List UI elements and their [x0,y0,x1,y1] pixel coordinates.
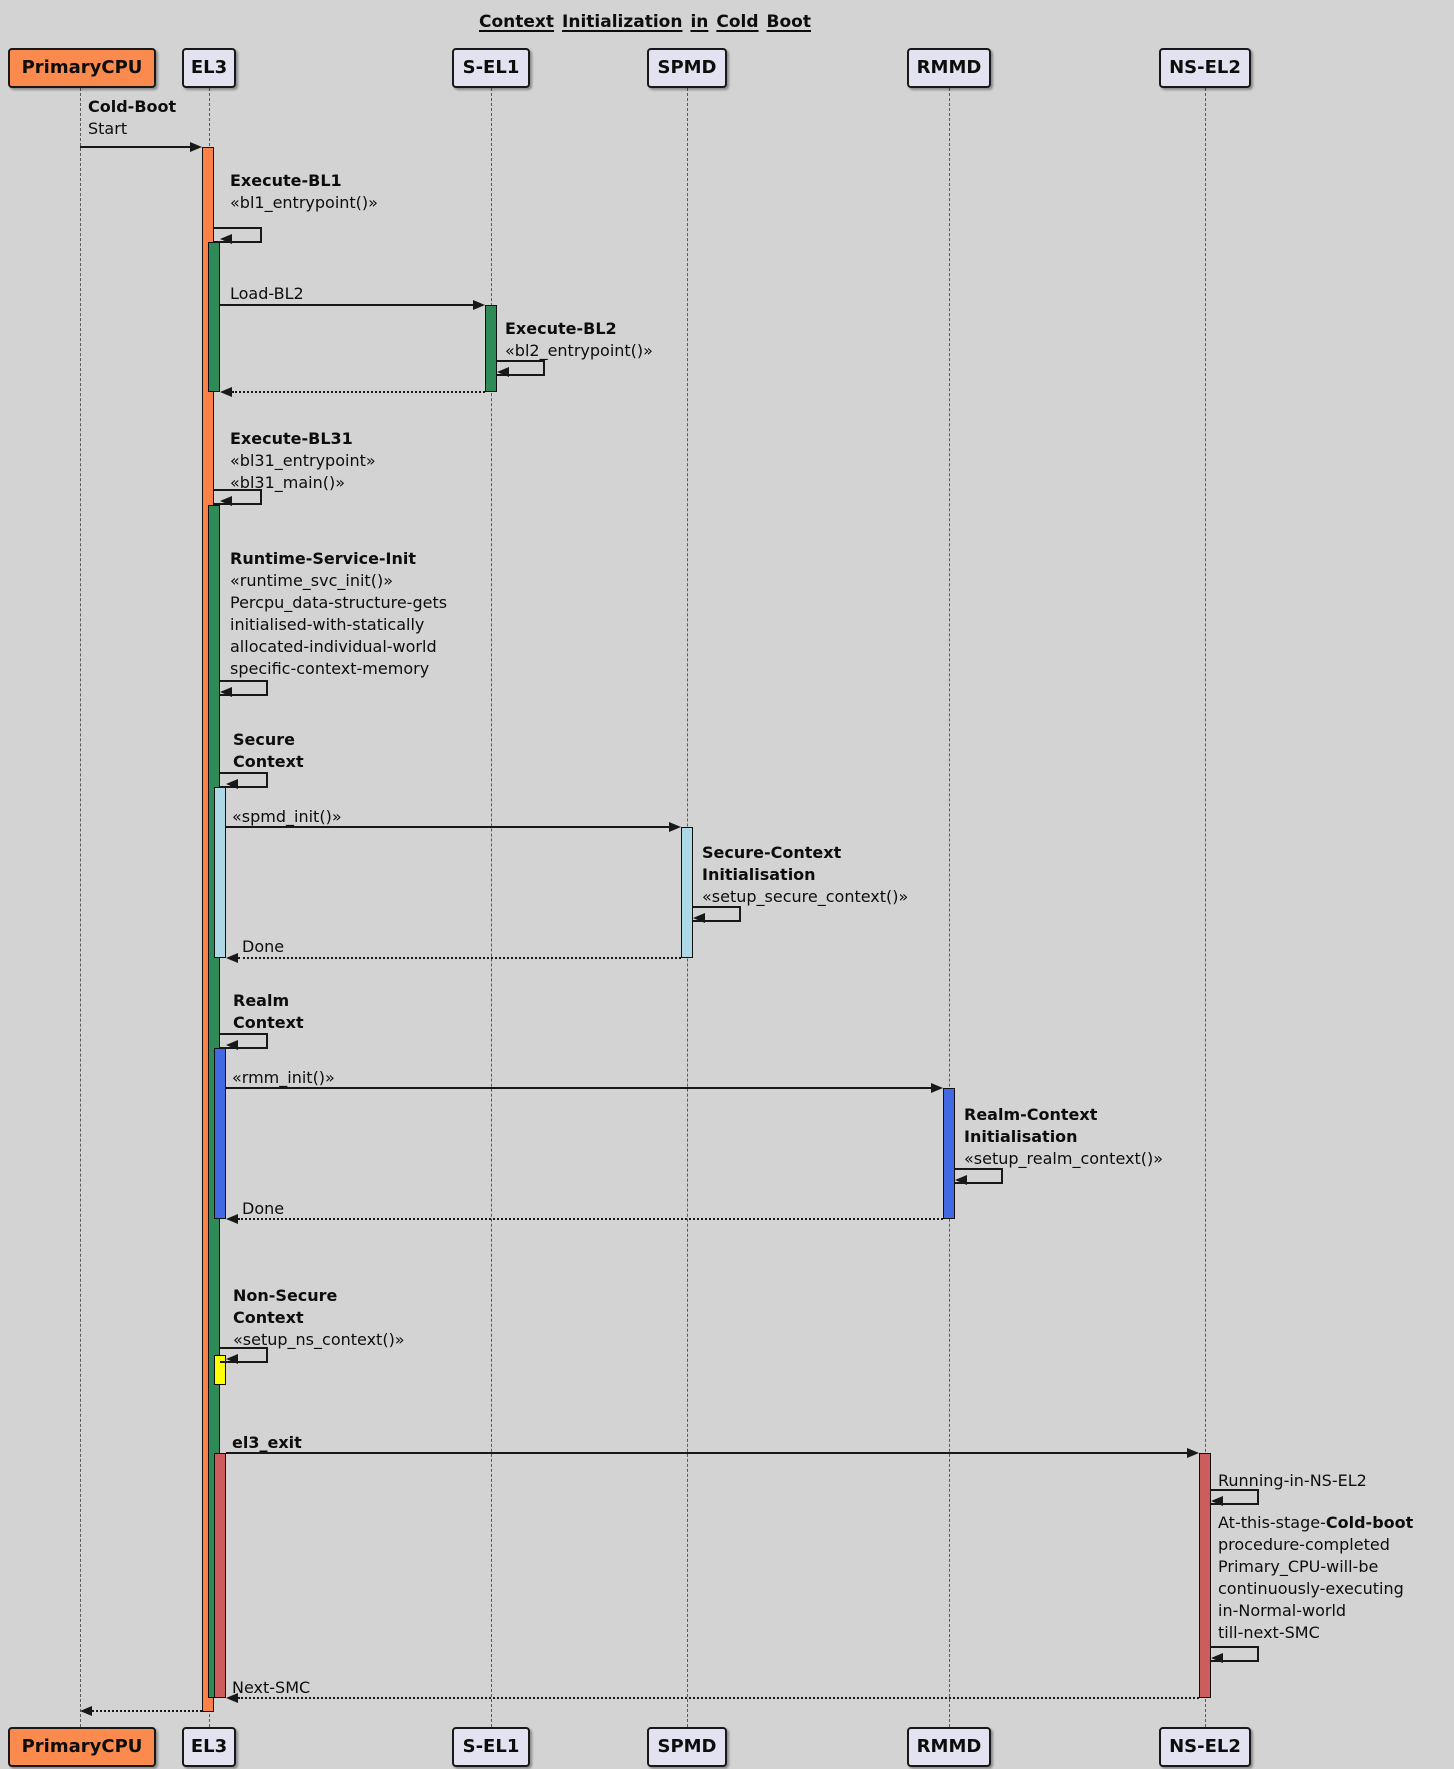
activation-spmd-lightblue [681,827,693,958]
sequence-diagram: Context Initialization in Cold Boot PrimaryC… [0,0,1454,1769]
activation-ns-el2-red [1199,1453,1211,1698]
message-done-spmd-line [238,957,681,959]
arrow-left-icon [220,387,232,397]
arrow-left-icon [226,1040,238,1050]
message-el3-exit-line [226,1452,1187,1454]
arrow-right-icon [473,300,485,310]
participant-spmd-top: SPMD [647,48,727,88]
arrow-left-icon [226,1693,238,1703]
arrow-right-icon [931,1083,943,1093]
activation-rmmd-blue [943,1088,955,1219]
message-cold-boot-label: Cold-Boot Start [88,96,176,140]
arrow-left-icon [226,953,238,963]
participant-rmmd-bottom: RMMD [907,1727,991,1767]
arrow-left-icon [1211,1496,1223,1506]
message-line: Start [88,118,176,140]
return-line [232,391,485,393]
arrow-left-icon [226,779,238,789]
arrow-left-icon [80,1706,92,1716]
message-next-smc-line [238,1697,1199,1699]
participant-primarycpu-top: PrimaryCPU [8,48,156,88]
self-message-realm-context-init: Realm-Context Initialisation «setup_real… [964,1104,1163,1170]
arrow-left-icon [1211,1653,1223,1663]
activation-el3-red [214,1453,226,1698]
message-done-spmd-label: Done [242,936,284,958]
arrow-left-icon [220,496,232,506]
self-message-realm-context: Realm Context [233,990,304,1034]
self-message-execute-bl2: Execute-BL2 «bl2_entrypoint()» [505,318,653,362]
activation-el3-green-1 [208,242,220,392]
participant-el3-bottom: EL3 [182,1727,236,1767]
message-line: Cold-Boot [88,96,176,118]
arrow-right-icon [1187,1448,1199,1458]
arrow-left-icon [955,1175,967,1185]
arrow-left-icon [220,687,232,697]
arrow-left-icon [220,234,232,244]
self-message-secure-context-init: Secure-Context Initialisation «setup_sec… [702,842,908,908]
title-word: Cold [716,12,758,32]
message-next-smc-label: Next-SMC [232,1677,310,1699]
message-load-bl2-label: Load-BL2 [230,283,304,305]
participant-rmmd-top: RMMD [907,48,991,88]
participant-s-el1-top: S-EL1 [452,48,530,88]
participant-primarycpu-bottom: PrimaryCPU [8,1727,156,1767]
participant-s-el1-bottom: S-EL1 [452,1727,530,1767]
self-message-runtime-service-init: Runtime-Service-Init «runtime_svc_init()… [230,548,447,680]
self-message-secure-context: Secure Context [233,729,304,773]
arrow-right-icon [669,822,681,832]
self-message-ns-context: Non-Secure Context «setup_ns_context()» [233,1285,405,1351]
activation-el3-blue [214,1048,226,1219]
title-word: Boot [767,12,811,32]
arrow-left-icon [226,1214,238,1224]
title-word: in [690,12,708,32]
self-message-execute-bl31: Execute-BL31 «bl31_entrypoint» «bl31_mai… [230,428,376,494]
activation-s-el1-green [485,305,497,392]
message-done-rmmd-line [238,1218,943,1220]
title-word: Context [479,12,554,32]
message-cold-boot-line [80,146,191,148]
lifeline-primarycpu [80,88,81,1727]
return-line [92,1710,202,1712]
message-done-rmmd-label: Done [242,1198,284,1220]
lifeline-rmmd [949,88,950,1727]
message-load-bl2-line [220,304,474,306]
arrow-left-icon [693,913,705,923]
participant-ns-el2-top: NS-EL2 [1159,48,1251,88]
arrow-left-icon [497,367,509,377]
message-el3-exit-label: el3_exit [232,1432,302,1454]
message-rmm-init-label: «rmm_init()» [232,1067,335,1089]
message-spmd-init-line [226,826,669,828]
participant-spmd-bottom: SPMD [647,1727,727,1767]
arrow-left-icon [226,1354,238,1364]
arrow-right-icon [190,142,202,152]
self-message-cold-boot-note: At-this-stage-Cold-boot procedure-comple… [1218,1512,1413,1644]
message-rmm-init-line [226,1087,931,1089]
activation-el3-lightblue [214,787,226,958]
message-spmd-init-label: «spmd_init()» [232,806,342,828]
diagram-title: Context Initialization in Cold Boot [295,12,995,32]
participant-el3-top: EL3 [182,48,236,88]
participant-ns-el2-bottom: NS-EL2 [1159,1727,1251,1767]
title-word: Initialization [562,12,682,32]
self-message-execute-bl1: Execute-BL1 «bl1_entrypoint()» [230,170,378,214]
